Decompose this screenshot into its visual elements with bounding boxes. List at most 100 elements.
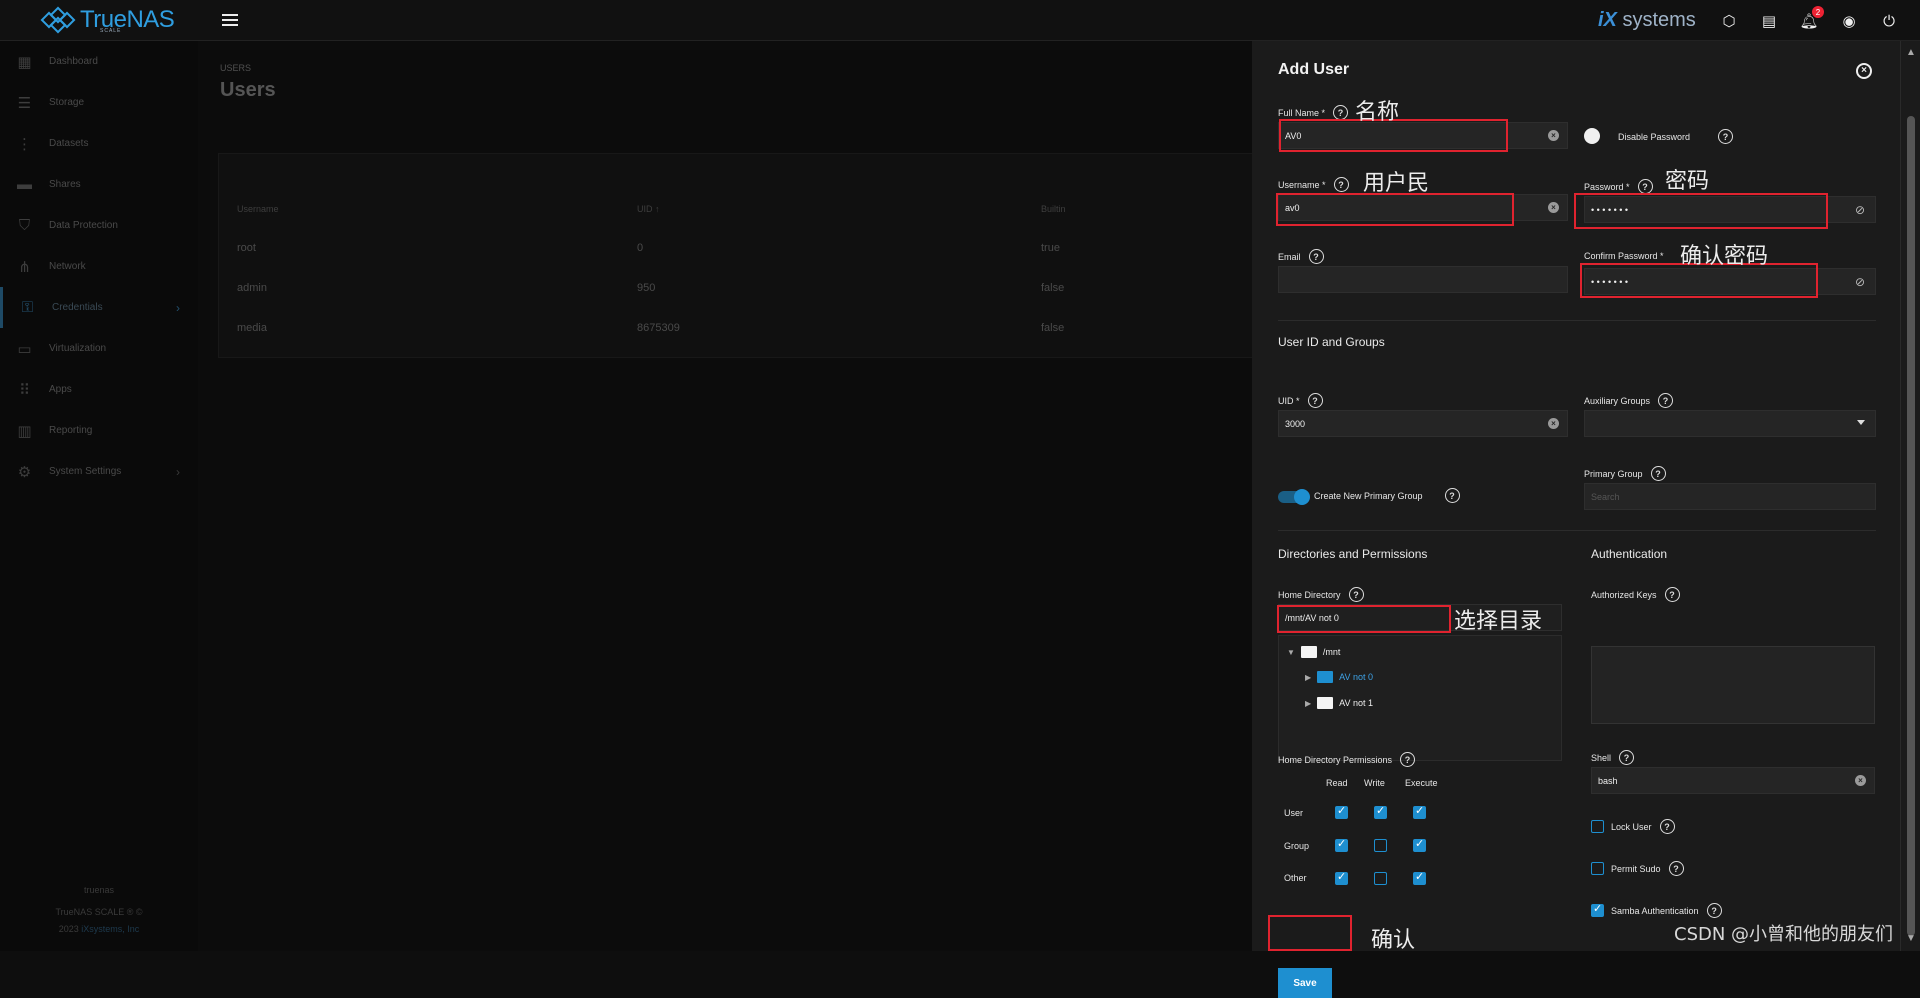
username-label: Username *?	[1278, 177, 1349, 192]
samba-auth-checkbox[interactable]	[1591, 902, 1604, 917]
table-row[interactable]: root	[237, 242, 256, 254]
save-button[interactable]: Save	[1278, 968, 1332, 998]
table-row[interactable]: admin	[237, 282, 267, 294]
perm-other-execute-checkbox[interactable]	[1413, 870, 1426, 885]
sidebar-item-system-settings[interactable]: ⚙ System Settings ›	[0, 451, 198, 492]
sidebar-item-dashboard[interactable]: ▦ Dashboard	[0, 41, 198, 82]
uid-label: UID *?	[1278, 393, 1323, 408]
sidebar-item-storage[interactable]: ☰ Storage	[0, 82, 198, 123]
add-user-panel: Add User × Full Name *? AV0 × Disable Pas…	[1252, 41, 1900, 998]
sidebar-item-virtualization[interactable]: ▭ Virtualization	[0, 328, 198, 369]
scroll-up-icon[interactable]: ▲	[1906, 47, 1916, 58]
scroll-down-icon[interactable]: ▼	[1906, 933, 1916, 944]
clear-icon[interactable]: ×	[1548, 418, 1559, 429]
jobs-clipboard-icon[interactable]: ▤	[1758, 10, 1780, 32]
home-directory-permissions-label: Home Directory Permissions?	[1278, 752, 1416, 767]
email-label: Email?	[1278, 249, 1324, 264]
scroll-thumb[interactable]	[1907, 116, 1915, 936]
power-icon[interactable]: ⏻	[1878, 10, 1900, 32]
folder-icon	[1317, 671, 1334, 683]
sidebar-item-datasets[interactable]: ⋮ Datasets	[0, 123, 198, 164]
column-header-uid[interactable]: UID ↑	[637, 204, 660, 214]
sidebar-item-data-protection[interactable]: ⛉ Data Protection	[0, 205, 198, 246]
notification-badge: 2	[1812, 6, 1824, 18]
column-header-builtin[interactable]: Builtin	[1041, 204, 1066, 214]
primary-group-input[interactable]: Search	[1584, 483, 1876, 510]
column-header-username[interactable]: Username	[237, 204, 279, 214]
help-icon[interactable]: ?	[1307, 393, 1323, 408]
ixsystems-logo[interactable]: iX systems	[1598, 9, 1696, 32]
help-icon[interactable]: ?	[1664, 587, 1680, 602]
eye-off-icon[interactable]: ⊘	[1855, 275, 1865, 289]
tree-node-mnt[interactable]: ▼/mnt	[1287, 646, 1340, 658]
perm-user-read-checkbox[interactable]	[1335, 804, 1348, 819]
help-icon[interactable]: ?	[1668, 861, 1684, 876]
authorized-keys-textarea[interactable]	[1591, 646, 1875, 724]
create-primary-group-toggle[interactable]	[1278, 489, 1310, 505]
permit-sudo-checkbox[interactable]	[1591, 862, 1604, 875]
lock-user-checkbox[interactable]	[1591, 820, 1604, 833]
highlight-home-directory	[1277, 605, 1451, 633]
help-icon[interactable]: ?	[1637, 179, 1653, 194]
perm-col-execute: Execute	[1405, 778, 1438, 788]
eye-off-icon[interactable]: ⊘	[1855, 203, 1865, 217]
perm-user-execute-checkbox[interactable]	[1413, 804, 1426, 819]
help-icon[interactable]: ?	[1348, 587, 1364, 602]
perm-group-read-checkbox[interactable]	[1335, 837, 1348, 852]
help-icon[interactable]: ?	[1619, 750, 1635, 765]
perm-user-write-checkbox[interactable]	[1374, 804, 1387, 819]
footer-company-link[interactable]: iXsystems, Inc	[81, 924, 139, 934]
email-input[interactable]	[1278, 266, 1568, 293]
perm-other-write-checkbox[interactable]	[1374, 872, 1387, 885]
help-icon[interactable]: ?	[1659, 819, 1675, 834]
perm-row-group: Group	[1284, 841, 1310, 851]
perm-row-user: User	[1284, 808, 1304, 818]
help-icon[interactable]: ?	[1658, 393, 1674, 408]
notifications-bell-icon[interactable]: 🔔︎ 2	[1798, 6, 1824, 32]
perm-group-write-checkbox[interactable]	[1374, 839, 1387, 852]
sidebar-item-credentials[interactable]: ⚿ Credentials ›	[0, 287, 198, 328]
uid-input[interactable]: 3000 ×	[1278, 410, 1568, 437]
top-bar: TrueNAS SCALE iX systems ⬡ ▤ 🔔︎ 2 ◉ ⏻	[0, 0, 1920, 41]
sidebar-item-apps[interactable]: ⠿ Apps	[0, 369, 198, 410]
clear-icon[interactable]: ×	[1855, 775, 1866, 786]
authorized-keys-label: Authorized Keys?	[1591, 587, 1680, 602]
perm-row-other: Other	[1284, 873, 1307, 883]
clear-icon[interactable]: ×	[1548, 202, 1559, 213]
table-row[interactable]: media	[237, 322, 267, 334]
sidebar-item-network[interactable]: ⋔ Network	[0, 246, 198, 287]
sidebar-item-shares[interactable]: ▬ Shares	[0, 164, 198, 205]
tree-node-av-not-1[interactable]: ▶ AV not 1	[1305, 697, 1373, 709]
full-name-label: Full Name *?	[1278, 105, 1349, 120]
auxiliary-groups-select[interactable]	[1584, 410, 1876, 437]
clear-icon[interactable]: ×	[1548, 130, 1559, 141]
help-icon[interactable]: ?	[1718, 129, 1734, 144]
panel-scrollbar[interactable]: ▲ ▼	[1900, 41, 1920, 951]
shield-icon: ⛉	[18, 217, 31, 234]
perm-group-execute-checkbox[interactable]	[1413, 837, 1426, 852]
expand-right-icon: ▶	[1305, 698, 1312, 708]
footer-copyright: TrueNAS SCALE ® ©	[55, 907, 143, 917]
footer-year-company: 2023 iXsystems, Inc	[58, 924, 140, 934]
disable-password-toggle[interactable]	[1584, 128, 1610, 144]
truecommand-icon[interactable]: ⬡	[1718, 10, 1740, 32]
home-directory-label: Home Directory?	[1278, 587, 1364, 602]
help-icon[interactable]: ?	[1333, 105, 1349, 120]
help-icon[interactable]: ?	[1444, 488, 1460, 503]
close-icon[interactable]: ×	[1856, 63, 1872, 79]
help-icon[interactable]: ?	[1650, 466, 1666, 481]
tree-node-av-not-0[interactable]: ▶ AV not 0	[1305, 671, 1373, 683]
help-icon[interactable]: ?	[1400, 752, 1416, 767]
help-icon[interactable]: ?	[1308, 249, 1324, 264]
table-cell: false	[1041, 282, 1065, 294]
breadcrumb[interactable]: USERS	[220, 63, 251, 73]
table-cell: false	[1041, 322, 1065, 334]
highlight-save	[1268, 915, 1352, 951]
sidebar-item-reporting[interactable]: ▥ Reporting	[0, 410, 198, 451]
help-icon[interactable]: ?	[1333, 177, 1349, 192]
shell-select[interactable]: bash ×	[1591, 767, 1875, 794]
perm-other-read-checkbox[interactable]	[1335, 870, 1348, 885]
account-icon[interactable]: ◉	[1838, 10, 1860, 32]
help-icon[interactable]: ?	[1706, 903, 1722, 918]
menu-toggle-button[interactable]	[222, 14, 238, 26]
